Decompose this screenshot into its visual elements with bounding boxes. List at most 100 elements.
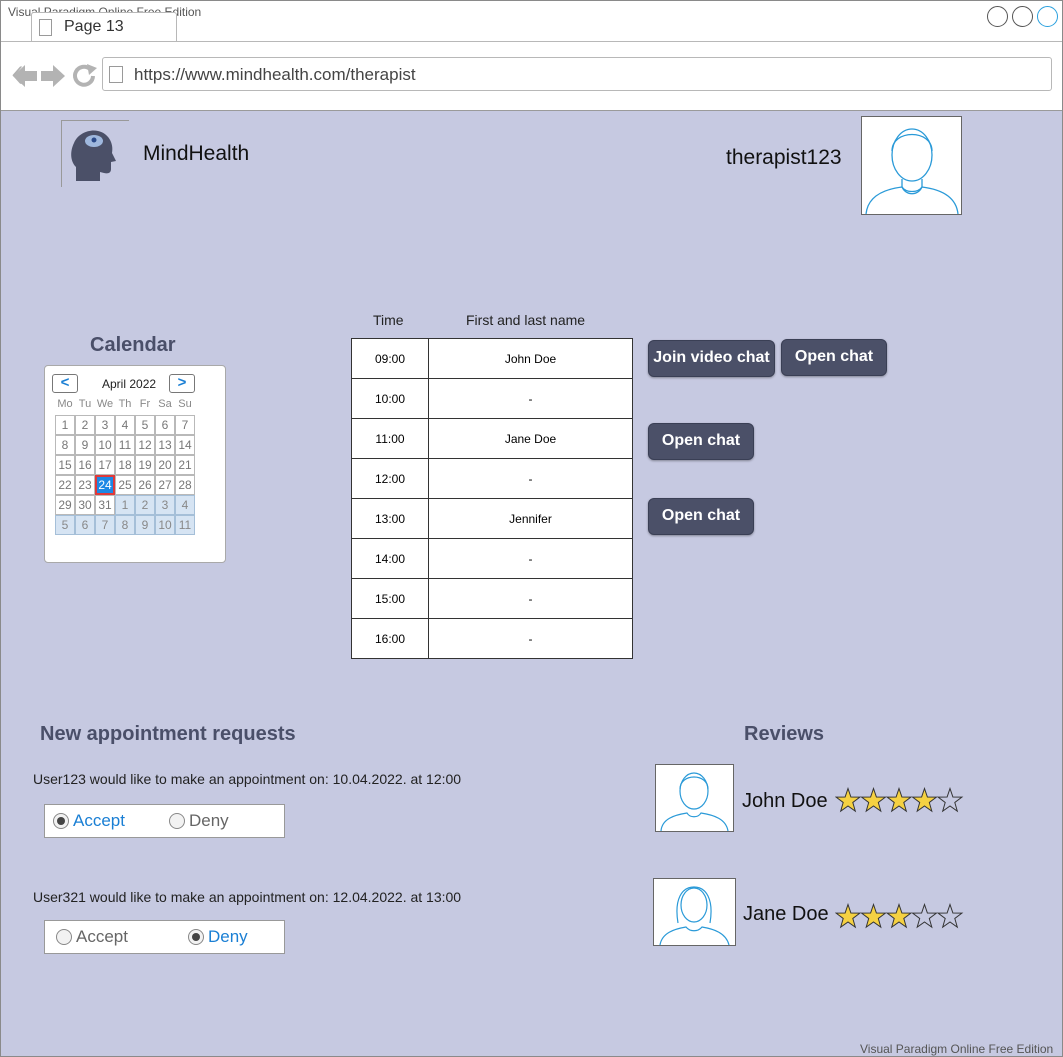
avatar[interactable] — [861, 116, 962, 215]
calendar-day[interactable]: 11 — [115, 435, 135, 455]
calendar-day[interactable]: 1 — [55, 415, 75, 435]
calendar-day-other-month[interactable]: 9 — [135, 515, 155, 535]
calendar-day[interactable]: 21 — [175, 455, 195, 475]
weekday-label: Su — [178, 398, 192, 410]
table-row: 14:00 - — [352, 539, 632, 579]
radio-button[interactable] — [56, 929, 72, 945]
calendar-day[interactable]: 10 — [95, 435, 115, 455]
tab-strip-divider — [1, 41, 1062, 42]
patient-name-cell: - — [528, 632, 533, 646]
table-row: 15:00 - — [352, 579, 632, 619]
star-filled-icon — [860, 787, 887, 813]
forward-arrow-icon[interactable] — [41, 65, 65, 87]
calendar-day[interactable]: 3 — [95, 415, 115, 435]
calendar-day[interactable]: 18 — [115, 455, 135, 475]
weekday-label: Tu — [78, 398, 92, 410]
reviewer-avatar[interactable] — [653, 878, 736, 946]
patient-name-cell: Jennifer — [509, 512, 552, 526]
patient-name-cell: - — [528, 472, 533, 486]
url-text: https://www.mindhealth.com/therapist — [134, 65, 416, 84]
calendar-day[interactable]: 24 — [95, 475, 115, 495]
female-avatar-icon — [659, 886, 730, 946]
browser-tab[interactable]: Page 13 — [31, 12, 177, 42]
calendar-day[interactable]: 12 — [135, 435, 155, 455]
maximize-icon[interactable] — [1012, 6, 1033, 27]
calendar-title: Calendar — [90, 334, 176, 356]
calendar-day-other-month[interactable]: 10 — [155, 515, 175, 535]
time-cell: 10:00 — [352, 379, 429, 419]
time-cell: 11:00 — [352, 419, 429, 459]
calendar-day[interactable]: 31 — [95, 495, 115, 515]
calendar-day[interactable]: 22 — [55, 475, 75, 495]
calendar-day[interactable]: 15 — [55, 455, 75, 475]
calendar-widget: < April 2022 > Mo Tu We Th Fr Sa Su 1234567891… — [44, 365, 226, 563]
calendar-day[interactable]: 28 — [175, 475, 195, 495]
prev-month-button[interactable]: < — [52, 374, 78, 393]
calendar-day[interactable]: 14 — [175, 435, 195, 455]
calendar-day[interactable]: 17 — [95, 455, 115, 475]
calendar-day-other-month[interactable]: 2 — [135, 495, 155, 515]
back-arrow-icon[interactable] — [13, 65, 37, 87]
calendar-day[interactable]: 16 — [75, 455, 95, 475]
minimize-icon[interactable] — [987, 6, 1008, 27]
calendar-day[interactable]: 5 — [135, 415, 155, 435]
radio-button[interactable] — [169, 813, 185, 829]
day-grid: 1 2 3 4 5 6 7 8 9 10 11 12 13 14 15 16 17 18 19 20 21 22 23 24 2… — [55, 415, 195, 535]
star-empty-icon — [911, 903, 938, 929]
open-chat-button[interactable]: Open chat — [648, 498, 754, 535]
calendar-day[interactable]: 13 — [155, 435, 175, 455]
deny-option[interactable]: Deny — [188, 921, 248, 953]
calendar-day[interactable]: 9 — [75, 435, 95, 455]
open-chat-button[interactable]: Open chat — [648, 423, 754, 460]
calendar-day[interactable]: 25 — [115, 475, 135, 495]
request-text: User321 would like to make an appointmen… — [33, 889, 462, 905]
weekday-label: We — [96, 398, 114, 410]
calendar-day[interactable]: 4 — [115, 415, 135, 435]
calendar-day[interactable]: 6 — [155, 415, 175, 435]
star-rating — [835, 903, 964, 929]
calendar-day[interactable]: 26 — [135, 475, 155, 495]
calendar-day-other-month[interactable]: 6 — [75, 515, 95, 535]
calendar-day-other-month[interactable]: 11 — [175, 515, 195, 535]
table-row: 09:00 John Doe — [352, 339, 632, 379]
calendar-day[interactable]: 20 — [155, 455, 175, 475]
calendar-day[interactable]: 23 — [75, 475, 95, 495]
calendar-day-other-month[interactable]: 7 — [95, 515, 115, 535]
watermark-bottom: Visual Paradigm Online Free Edition — [860, 1042, 1054, 1056]
calendar-day-other-month[interactable]: 4 — [175, 495, 195, 515]
username-label: therapist123 — [726, 146, 842, 169]
next-month-button[interactable]: > — [169, 374, 195, 393]
radio-button[interactable] — [53, 813, 69, 829]
star-filled-icon — [835, 903, 862, 929]
calendar-day-other-month[interactable]: 8 — [115, 515, 135, 535]
tab-label: Page 13 — [64, 18, 124, 35]
accept-option[interactable]: Accept — [53, 805, 125, 837]
close-icon[interactable] — [1037, 6, 1058, 27]
calendar-day[interactable]: 2 — [75, 415, 95, 435]
refresh-icon[interactable] — [73, 64, 97, 87]
star-filled-icon — [885, 903, 913, 929]
calendar-day-other-month[interactable]: 1 — [115, 495, 135, 515]
calendar-day[interactable]: 30 — [75, 495, 95, 515]
star-filled-icon — [835, 787, 862, 813]
browser-chrome: Visual Paradigm Online Free Edition Page… — [1, 1, 1062, 111]
calendar-day[interactable]: 7 — [175, 415, 195, 435]
deny-option[interactable]: Deny — [169, 805, 229, 837]
calendar-day-other-month[interactable]: 5 — [55, 515, 75, 535]
reviewer-avatar[interactable] — [655, 764, 734, 832]
calendar-day[interactable]: 8 — [55, 435, 75, 455]
page-icon — [39, 19, 52, 36]
open-chat-button[interactable]: Open chat — [781, 339, 887, 376]
calendar-day-other-month[interactable]: 3 — [155, 495, 175, 515]
calendar-day[interactable]: 19 — [135, 455, 155, 475]
head-brain-icon — [71, 130, 116, 181]
join-video-chat-button[interactable]: Join video chat — [648, 340, 775, 377]
time-cell: 12:00 — [352, 459, 429, 499]
time-cell: 13:00 — [352, 499, 429, 539]
address-bar[interactable]: https://www.mindhealth.com/therapist — [102, 57, 1052, 91]
radio-button[interactable] — [188, 929, 204, 945]
accept-option[interactable]: Accept — [56, 921, 128, 953]
calendar-day[interactable]: 29 — [55, 495, 75, 515]
calendar-day[interactable]: 27 — [155, 475, 175, 495]
mindhealth-logo[interactable] — [61, 120, 129, 187]
